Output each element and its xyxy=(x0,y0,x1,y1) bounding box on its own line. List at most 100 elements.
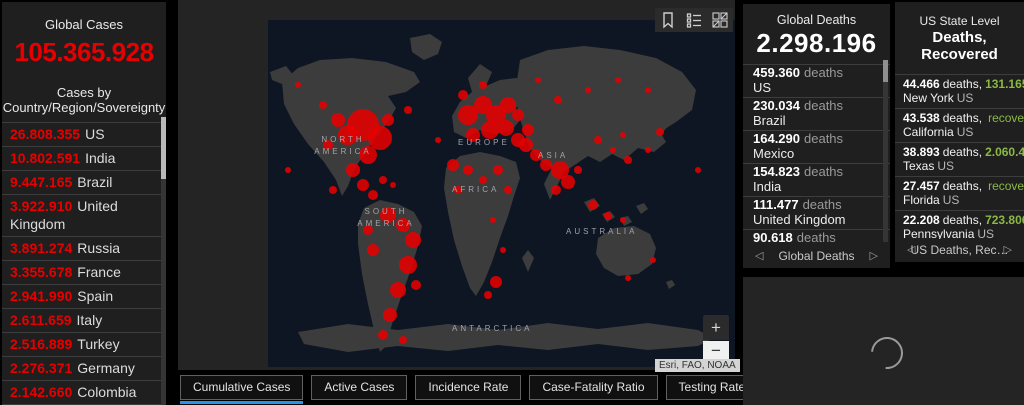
deaths-pager: ◁ Global Deaths ▷ xyxy=(743,245,890,268)
death-count: 111.477 xyxy=(753,197,799,212)
us-panel-title: US State Level xyxy=(895,14,1024,28)
state-row[interactable]: 44.466deaths,131.165recoveredNew YorkUS xyxy=(895,74,1024,108)
case-count: 2.276.371 xyxy=(10,360,72,376)
tab-cumulative-cases[interactable]: Cumulative Cases xyxy=(180,375,303,400)
us-pager-label: US Deaths, Rec… xyxy=(910,243,1008,257)
state-row[interactable]: 43.538deaths,recoveredCaliforniaUS xyxy=(895,108,1024,142)
state-row[interactable]: 38.893deaths,2.060.478recoveredTexasUS xyxy=(895,142,1024,176)
label-asia: ASIA xyxy=(538,151,568,160)
death-row[interactable]: 111.477deathsUnited Kingdom xyxy=(743,196,890,229)
case-count: 2.941.990 xyxy=(10,288,72,304)
case-count: 3.891.274 xyxy=(10,240,72,256)
legend-icon[interactable] xyxy=(686,12,702,28)
pager-next-icon[interactable]: ▷ xyxy=(1004,239,1012,261)
death-region: Brazil xyxy=(753,114,874,129)
case-row[interactable]: 9.447.165 Brazil xyxy=(2,170,166,194)
cases-by-country-panel: Cases by Country/Region/Sovereignty 26.8… xyxy=(2,77,166,405)
cases-list: 26.808.355US 10.802.591 India 9.447.165 Br… xyxy=(2,122,166,405)
death-region: Mexico xyxy=(753,147,874,162)
map-attribution: Esri, FAO, NOAA xyxy=(655,359,740,372)
cases-scrollbar[interactable] xyxy=(161,117,166,405)
state-row[interactable]: 27.457deaths,recoveredFloridaUS xyxy=(895,176,1024,210)
case-region: Spain xyxy=(77,288,113,304)
case-row[interactable]: 2.611.659 Italy xyxy=(2,308,166,332)
case-row[interactable]: 10.802.591 India xyxy=(2,146,166,170)
state-name: Texas xyxy=(903,159,934,173)
cases-panel-title: Cases by Country/Region/Sovereignty xyxy=(2,85,166,115)
death-count: 90.618 xyxy=(753,230,793,245)
case-region: France xyxy=(77,264,121,280)
pager-prev-icon[interactable]: ◁ xyxy=(907,239,915,261)
case-row[interactable]: 2.142.660 Colombia xyxy=(2,380,166,404)
case-row[interactable]: 2.516.889 Turkey xyxy=(2,332,166,356)
case-count: 3.355.678 xyxy=(10,264,72,280)
deaths-scrollbar-thumb[interactable] xyxy=(883,60,888,82)
case-region: US xyxy=(85,126,104,142)
loading-spinner-icon xyxy=(864,330,909,375)
case-count: 9.447.165 xyxy=(10,174,72,190)
deaths-list: 459.360deathsUS 230.034deathsBrazil 164.… xyxy=(743,64,890,262)
loading-panel xyxy=(743,277,1024,405)
state-name: Florida xyxy=(903,193,940,207)
case-count: 2.142.660 xyxy=(10,384,72,400)
deaths-pager-label: Global Deaths xyxy=(778,249,854,263)
case-region: India xyxy=(85,150,115,166)
case-row[interactable]: 3.355.678 France xyxy=(2,260,166,284)
basemap-grid-icon[interactable] xyxy=(712,12,728,28)
pager-next-icon[interactable]: ▷ xyxy=(870,245,878,267)
label-africa: AFRICA xyxy=(452,185,499,194)
state-name: New York xyxy=(903,91,954,105)
state-name: California xyxy=(903,125,954,139)
case-row[interactable]: 3.891.274 Russia xyxy=(2,236,166,260)
deaths-scrollbar[interactable] xyxy=(883,60,888,242)
global-deaths-title: Global Deaths xyxy=(743,13,890,27)
case-row[interactable]: 26.808.355US xyxy=(2,122,166,146)
case-row[interactable]: 2.276.371 Germany xyxy=(2,356,166,380)
case-count: 2.516.889 xyxy=(10,336,72,352)
world-map[interactable]: NORTH AMERICA EUROPE ASIA AFRICA SOUTH A… xyxy=(268,20,735,367)
map-tab-bar: Cumulative Cases Active Cases Incidence … xyxy=(180,375,758,400)
label-australia: AUSTRALIA xyxy=(566,227,637,236)
case-count: 10.802.591 xyxy=(10,150,80,166)
death-count: 459.360 xyxy=(753,65,800,80)
tab-incidence-rate[interactable]: Incidence Rate xyxy=(415,375,521,400)
map-panel: NORTH AMERICA EUROPE ASIA AFRICA SOUTH A… xyxy=(178,0,735,370)
tab-active-cases[interactable]: Active Cases xyxy=(311,375,407,400)
global-deaths-value: 2.298.196 xyxy=(743,28,890,59)
case-count: 3.922.910 xyxy=(10,198,72,214)
pager-prev-icon[interactable]: ◁ xyxy=(755,245,763,267)
global-cases-value: 105.365.928 xyxy=(2,37,166,68)
cases-scrollbar-thumb[interactable] xyxy=(161,117,166,179)
case-region: Russia xyxy=(77,240,120,256)
death-count: 164.290 xyxy=(753,131,800,146)
global-deaths-panel: Global Deaths 2.298.196 459.360deathsUS … xyxy=(743,4,890,268)
death-row[interactable]: 459.360deathsUS xyxy=(743,64,890,97)
global-cases-title: Global Cases xyxy=(2,17,166,32)
label-north-america: NORTH AMERICA xyxy=(308,134,378,158)
us-state-panel: US State Level Deaths, Recovered 44.466d… xyxy=(895,2,1024,262)
map-canvas xyxy=(268,20,735,367)
us-pager: ◁ US Deaths, Rec… ▷ xyxy=(895,239,1024,262)
case-region: Brazil xyxy=(77,174,112,190)
case-region: Germany xyxy=(77,360,135,376)
tab-case-fatality-ratio[interactable]: Case-Fatality Ratio xyxy=(529,375,657,400)
us-panel-subtitle: Deaths, Recovered xyxy=(895,29,1024,63)
case-row[interactable]: 2.941.990 Spain xyxy=(2,284,166,308)
case-region: Italy xyxy=(77,312,103,328)
map-widget-toolbar xyxy=(655,8,733,32)
case-region: Turkey xyxy=(77,336,119,352)
label-europe: EUROPE xyxy=(458,138,510,147)
death-row[interactable]: 230.034deathsBrazil xyxy=(743,97,890,130)
death-region: India xyxy=(753,180,874,195)
us-state-list: 44.466deaths,131.165recoveredNew YorkUS … xyxy=(895,74,1024,244)
death-row[interactable]: 154.823deathsIndia xyxy=(743,163,890,196)
case-count: 2.611.659 xyxy=(10,312,72,328)
death-region: US xyxy=(753,81,874,96)
case-row[interactable]: 3.922.910United Kingdom xyxy=(2,194,166,236)
death-row[interactable]: 164.290deathsMexico xyxy=(743,130,890,163)
case-region: Colombia xyxy=(77,384,136,400)
label-south-america: SOUTH AMERICA xyxy=(356,206,416,230)
zoom-in-button[interactable]: + xyxy=(703,315,729,340)
bookmark-icon[interactable] xyxy=(660,11,676,29)
label-antarctica: ANTARCTICA xyxy=(452,324,533,333)
